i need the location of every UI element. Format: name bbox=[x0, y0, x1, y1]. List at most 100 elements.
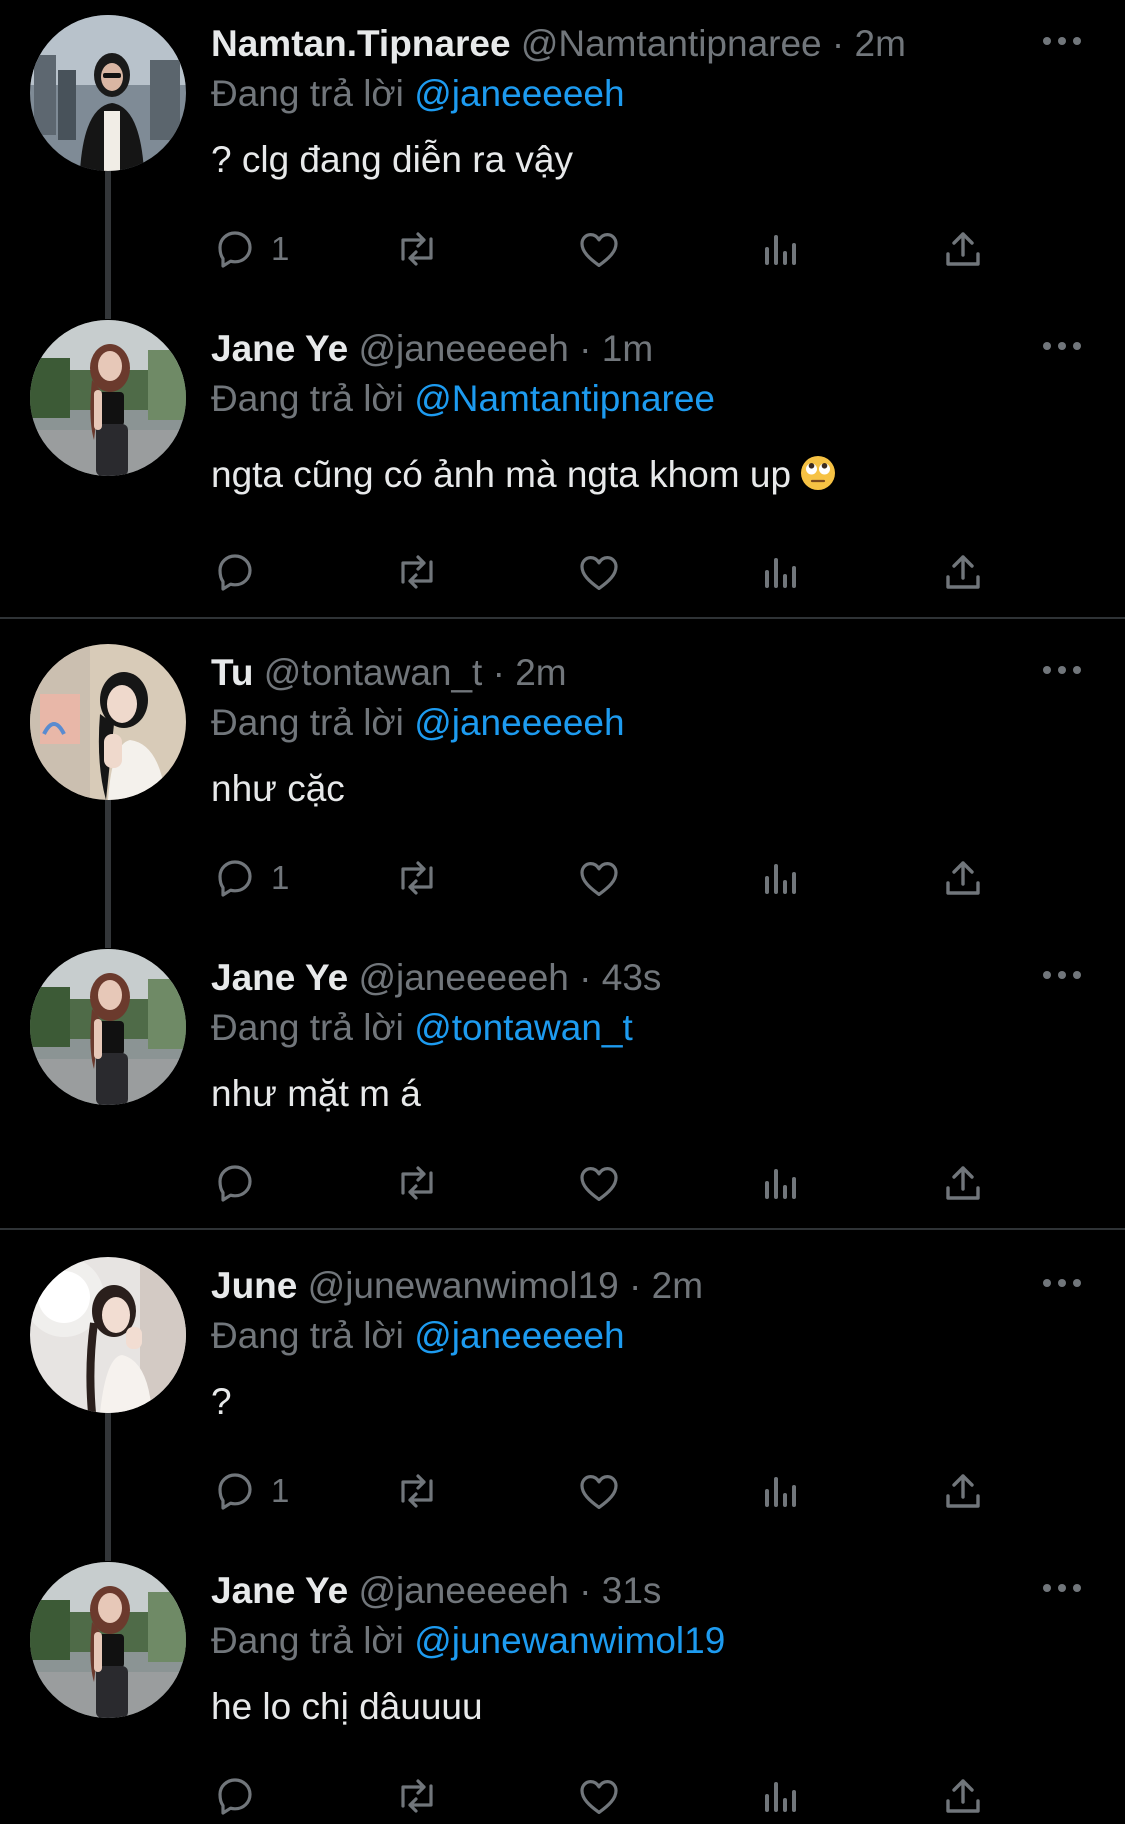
reply-feed: Namtan.Tipnaree @Namtantipnaree · 2m Đan… bbox=[0, 0, 1125, 1824]
reply-button[interactable]: 1 bbox=[211, 844, 311, 904]
more-options-icon[interactable] bbox=[1040, 655, 1084, 685]
reply-button[interactable] bbox=[211, 1149, 311, 1209]
reply-icon bbox=[211, 225, 259, 273]
share-button[interactable] bbox=[939, 1762, 999, 1822]
reply-mention-link[interactable]: @janeeeeeh bbox=[414, 1315, 624, 1356]
heart-icon bbox=[575, 1159, 623, 1207]
replying-to-line: Đang trả lời @janeeeeeh bbox=[211, 1312, 625, 1360]
user-handle[interactable]: @janeeeeeh bbox=[358, 328, 568, 369]
reply-count: 1 bbox=[271, 230, 290, 267]
tweet-time[interactable]: 2m bbox=[855, 23, 906, 64]
user-handle[interactable]: @Namtantipnaree bbox=[521, 23, 822, 64]
user-handle[interactable]: @janeeeeeh bbox=[358, 1570, 568, 1611]
tweet-text: he lo chị dâuuuu bbox=[211, 1683, 483, 1731]
reply-mention-link[interactable]: @junewanwimol19 bbox=[414, 1620, 725, 1661]
retweet-button[interactable] bbox=[393, 1149, 453, 1209]
user-handle[interactable]: @junewanwimol19 bbox=[308, 1265, 619, 1306]
user-handle[interactable]: @janeeeeeh bbox=[358, 957, 568, 998]
avatar[interactable] bbox=[30, 949, 186, 1105]
avatar[interactable] bbox=[30, 320, 186, 476]
tweet-text: ? clg đang diễn ra vậy bbox=[211, 136, 573, 184]
tweet-time[interactable]: 2m bbox=[652, 1265, 703, 1306]
display-name[interactable]: Jane Ye bbox=[211, 328, 348, 369]
more-options-icon[interactable] bbox=[1040, 1573, 1084, 1603]
replying-to-label: Đang trả lời bbox=[211, 73, 404, 114]
reply-button[interactable]: 1 bbox=[211, 215, 311, 275]
reply-mention-link[interactable]: @Namtantipnaree bbox=[414, 378, 715, 419]
reply-mention-link[interactable]: @tontawan_t bbox=[414, 1007, 633, 1048]
views-button[interactable] bbox=[757, 1762, 817, 1822]
reply-button[interactable] bbox=[211, 1762, 311, 1822]
like-button[interactable] bbox=[575, 1762, 635, 1822]
replying-to-label: Đang trả lời bbox=[211, 1315, 404, 1356]
heart-icon bbox=[575, 1467, 623, 1515]
tweet[interactable]: Jane Ye @janeeeeeh · 31s Đang trả lời @j… bbox=[0, 1547, 1125, 1824]
reply-button[interactable]: 1 bbox=[211, 1457, 311, 1517]
display-name[interactable]: Tu bbox=[211, 652, 253, 693]
like-button[interactable] bbox=[575, 844, 635, 904]
share-icon bbox=[939, 1159, 987, 1207]
tweet-actions bbox=[211, 538, 1011, 598]
views-button[interactable] bbox=[757, 538, 817, 598]
reply-icon bbox=[211, 1467, 259, 1515]
tweet-header: Tu @tontawan_t · 2m bbox=[211, 649, 567, 697]
display-name[interactable]: Jane Ye bbox=[211, 957, 348, 998]
retweet-icon bbox=[393, 548, 441, 596]
tweet[interactable]: Namtan.Tipnaree @Namtantipnaree · 2m Đan… bbox=[0, 0, 1125, 305]
share-button[interactable] bbox=[939, 1457, 999, 1517]
like-button[interactable] bbox=[575, 538, 635, 598]
display-name[interactable]: Jane Ye bbox=[211, 1570, 348, 1611]
user-handle[interactable]: @tontawan_t bbox=[264, 652, 483, 693]
heart-icon bbox=[575, 225, 623, 273]
more-options-icon[interactable] bbox=[1040, 1268, 1084, 1298]
tweet-time[interactable]: 43s bbox=[602, 957, 662, 998]
like-button[interactable] bbox=[575, 215, 635, 275]
tweet-time[interactable]: 2m bbox=[515, 652, 566, 693]
avatar[interactable] bbox=[30, 1257, 186, 1413]
more-options-icon[interactable] bbox=[1040, 331, 1084, 361]
share-button[interactable] bbox=[939, 538, 999, 598]
tweet-header: Jane Ye @janeeeeeh · 31s bbox=[211, 1567, 661, 1615]
share-button[interactable] bbox=[939, 844, 999, 904]
avatar[interactable] bbox=[30, 1562, 186, 1718]
retweet-button[interactable] bbox=[393, 538, 453, 598]
reply-button[interactable] bbox=[211, 538, 311, 598]
tweet[interactable]: Jane Ye @janeeeeeh · 43s Đang trả lời @t… bbox=[0, 934, 1125, 1229]
like-button[interactable] bbox=[575, 1149, 635, 1209]
views-button[interactable] bbox=[757, 1457, 817, 1517]
avatar[interactable] bbox=[30, 15, 186, 171]
tweet-time[interactable]: 1m bbox=[602, 328, 653, 369]
reply-icon bbox=[211, 548, 259, 596]
avatar[interactable] bbox=[30, 644, 186, 800]
like-button[interactable] bbox=[575, 1457, 635, 1517]
tweet[interactable]: Jane Ye @janeeeeeh · 1m Đang trả lời @Na… bbox=[0, 305, 1125, 615]
more-options-icon[interactable] bbox=[1040, 26, 1084, 56]
replying-to-label: Đang trả lời bbox=[211, 378, 404, 419]
share-button[interactable] bbox=[939, 1149, 999, 1209]
reply-mention-link[interactable]: @janeeeeeh bbox=[414, 73, 624, 114]
retweet-icon bbox=[393, 854, 441, 902]
display-name[interactable]: June bbox=[211, 1265, 297, 1306]
tweet[interactable]: Tu @tontawan_t · 2m Đang trả lời @janeee… bbox=[0, 629, 1125, 934]
bar-chart-icon bbox=[757, 548, 805, 596]
views-button[interactable] bbox=[757, 215, 817, 275]
avatar-jane bbox=[30, 320, 186, 476]
share-button[interactable] bbox=[939, 215, 999, 275]
reply-icon bbox=[211, 854, 259, 902]
reply-mention-link[interactable]: @janeeeeeh bbox=[414, 702, 624, 743]
retweet-button[interactable] bbox=[393, 1762, 453, 1822]
views-button[interactable] bbox=[757, 844, 817, 904]
thread-divider bbox=[0, 1228, 1125, 1230]
retweet-button[interactable] bbox=[393, 215, 453, 275]
tweet-time[interactable]: 31s bbox=[602, 1570, 662, 1611]
display-name[interactable]: Namtan.Tipnaree bbox=[211, 23, 511, 64]
views-button[interactable] bbox=[757, 1149, 817, 1209]
replying-to-line: Đang trả lời @tontawan_t bbox=[211, 1004, 633, 1052]
share-icon bbox=[939, 1467, 987, 1515]
share-icon bbox=[939, 854, 987, 902]
tweet[interactable]: June @junewanwimol19 · 2m Đang trả lời @… bbox=[0, 1242, 1125, 1547]
retweet-button[interactable] bbox=[393, 844, 453, 904]
separator-dot: · bbox=[579, 328, 592, 369]
retweet-button[interactable] bbox=[393, 1457, 453, 1517]
more-options-icon[interactable] bbox=[1040, 960, 1084, 990]
